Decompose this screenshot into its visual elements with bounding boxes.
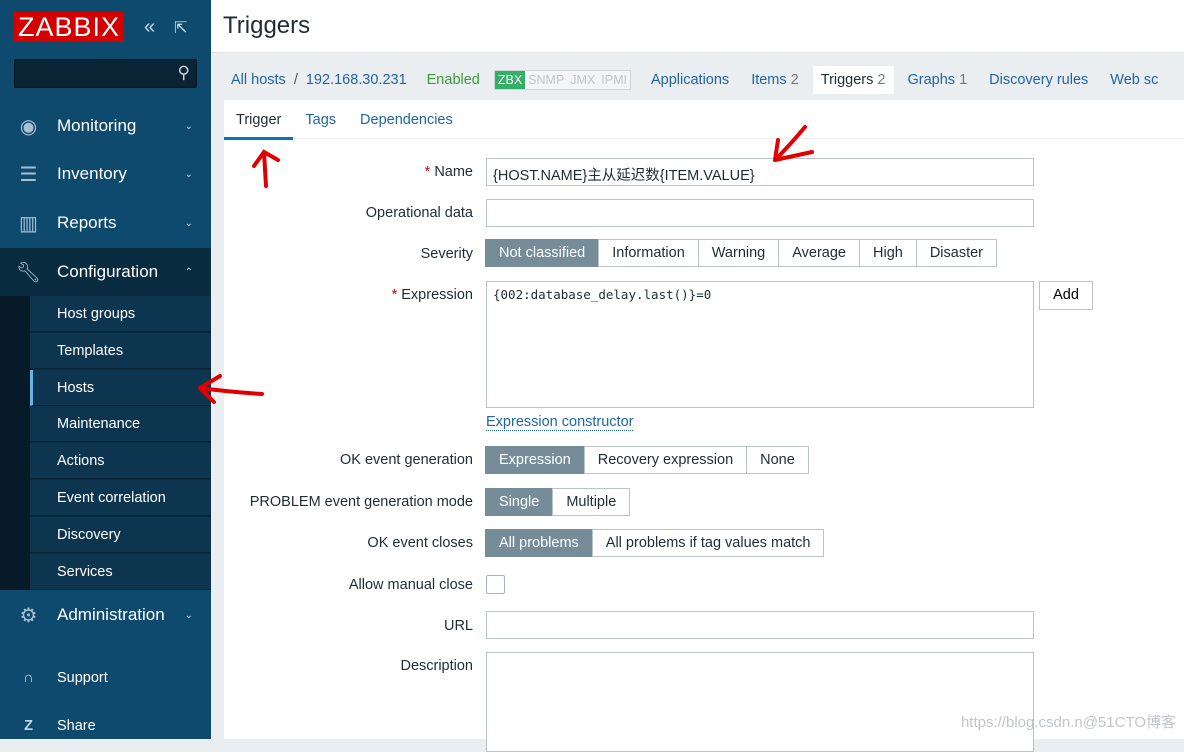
- arrow-annotation-hosts: [198, 374, 264, 404]
- arrow-annotation-name: [773, 125, 814, 162]
- arrow-annotation-tab: [252, 149, 280, 188]
- annotation-arrows: [198, 125, 814, 404]
